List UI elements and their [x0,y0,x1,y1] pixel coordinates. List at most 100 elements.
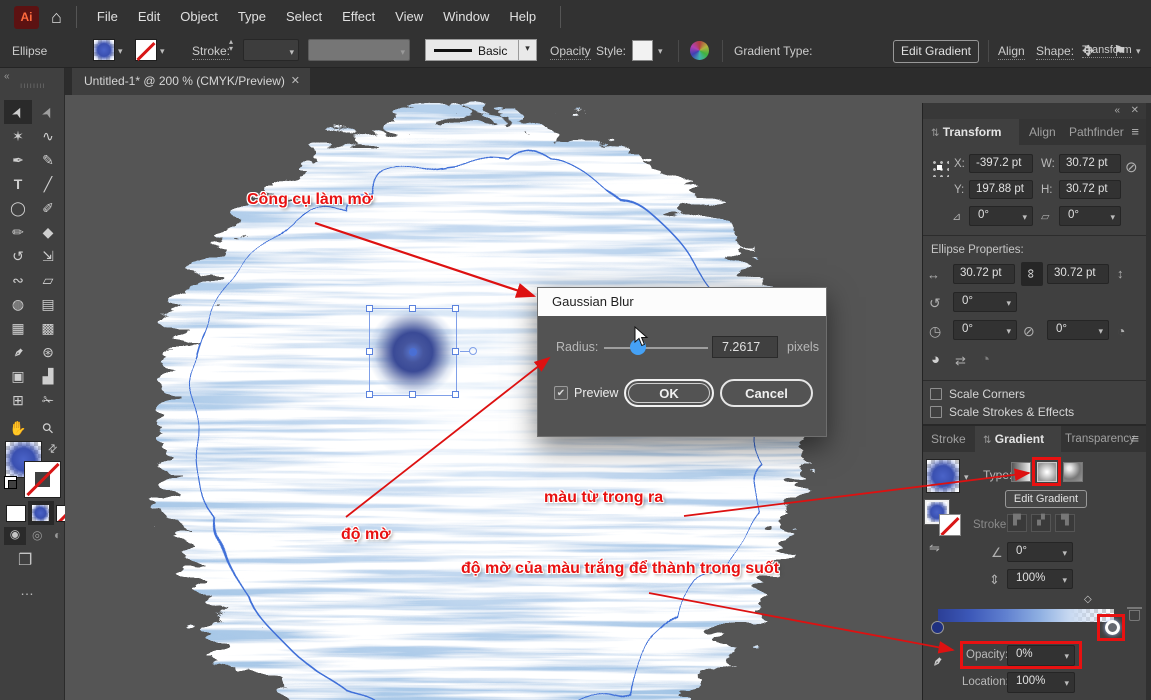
recolor-artwork-icon[interactable] [690,41,709,60]
select-similar-icon[interactable]: ⚑ [1113,42,1126,60]
gradient-stop-start[interactable] [931,621,944,634]
stop-location-select[interactable]: 100%▾ [1007,672,1075,693]
tab-transparency[interactable]: Transparency [1065,426,1135,452]
pencil-tool[interactable]: ✏ [4,220,32,244]
close-tab-icon[interactable]: ✕ [291,68,300,95]
curvature-tool[interactable]: ✎ [34,148,62,172]
edit-gradient-button[interactable]: Edit Gradient [893,40,979,63]
selection-handle[interactable] [452,348,459,355]
ellipse-height-input[interactable]: 30.72 pt [1047,264,1109,284]
live-shape-widget-handle[interactable] [469,347,477,355]
chevron-down-icon[interactable]: ▾ [658,46,663,57]
color-button[interactable] [6,505,26,522]
stroke-across-button[interactable]: ▜ [1055,514,1075,532]
reverse-gradient-icon[interactable]: ⇋ [929,540,940,556]
line-segment-tool[interactable]: ╱ [34,172,62,196]
menu-type[interactable]: Type [228,0,276,34]
variable-width-profile-select[interactable]: ▾ [308,39,410,61]
align-label[interactable]: Align [998,44,1025,60]
document-tab[interactable]: Untitled-1* @ 200 % (CMYK/Preview) ✕ [72,68,310,95]
pie-start-select[interactable]: 0°▾ [953,320,1017,340]
selection-center-point[interactable] [409,348,417,356]
type-tool[interactable]: T [4,172,32,196]
gradient-freeform-button[interactable] [1063,462,1083,482]
ellipse-width-input[interactable]: 30.72 pt [953,264,1015,284]
gradient-preview-swatch[interactable] [926,459,960,493]
stroke-along-button[interactable]: ▞ [1031,514,1051,532]
menu-edit[interactable]: Edit [128,0,170,34]
perspective-grid-tool[interactable]: ▤ [34,292,62,316]
magic-wand-tool[interactable]: ✶ [4,124,32,148]
selection-handle[interactable] [452,305,459,312]
gradient-angle-select[interactable]: 0°▾ [1007,542,1073,562]
gradient-linear-button[interactable] [1011,462,1031,482]
link-dimensions-button[interactable]: ∞ [1021,262,1043,286]
menu-view[interactable]: View [385,0,433,34]
stroke-within-button[interactable]: ▛ [1007,514,1027,532]
chevron-down-icon[interactable]: ▾ [118,46,123,57]
pie-end-select[interactable]: 0°▾ [1047,320,1109,340]
ok-button[interactable]: OK [624,379,714,407]
menu-help[interactable]: Help [499,0,546,34]
selection-handle[interactable] [366,305,373,312]
pen-tool[interactable]: ✒ [4,148,32,172]
link-pie-angles-icon[interactable]: ⊘ [1023,323,1035,340]
shape-label[interactable]: Shape: [1036,44,1074,60]
rotate-tool[interactable]: ↺ [4,244,32,268]
stroke-color-swatch[interactable] [135,39,157,61]
blend-tool[interactable]: ⊛ [34,340,62,364]
width-tool[interactable]: ∾ [4,268,32,292]
zoom-tool[interactable]: ⚲ [34,416,62,440]
stroke-stepper[interactable]: ▴▾ [229,38,233,52]
opacity-label[interactable]: Opacity [550,44,591,60]
lasso-tool[interactable]: ∿ [34,124,62,148]
menu-select[interactable]: Select [276,0,332,34]
default-fill-stroke-icon[interactable] [4,476,17,489]
slice-tool[interactable]: ✁ [34,388,62,412]
invert-pie-icon[interactable]: ⇄ [955,353,966,369]
tab-align[interactable]: Align [1029,119,1056,145]
radius-slider-track[interactable] [604,347,708,349]
aspect-ratio-select[interactable]: 100%▾ [1007,569,1073,589]
collapse-panels-icon[interactable]: « [1114,105,1119,116]
stroke-proxy-mini[interactable] [939,514,961,536]
gradient-eyedropper-icon[interactable]: ✒ [927,652,948,672]
reference-point-selector[interactable] [930,158,949,177]
menu-object[interactable]: Object [170,0,228,34]
symbol-sprayer-tool[interactable]: ▣ [4,364,32,388]
free-transform-tool[interactable]: ▱ [34,268,62,292]
tab-gradient[interactable]: ⇅ Gradient [975,426,1061,452]
direct-selection-tool[interactable]: ➤ [34,100,62,124]
rotate-select[interactable]: 0°▾ [969,206,1033,226]
ellipse-tool[interactable]: ◯ [4,196,32,220]
menu-window[interactable]: Window [433,0,499,34]
y-value-input[interactable]: 197.88 pt [969,180,1033,199]
app-logo-icon[interactable]: Ai [14,6,39,29]
selection-handle[interactable] [452,391,459,398]
shear-select[interactable]: 0°▾ [1059,206,1121,226]
dialog-title[interactable]: Gaussian Blur [538,288,826,316]
more-tools-button[interactable]: … [20,582,35,598]
eyedropper-tool[interactable]: ✒ [4,340,32,364]
constrain-proportions-icon[interactable]: ⊘ [1125,158,1138,176]
preview-checkbox[interactable]: ✔ [554,386,568,400]
draw-normal-mode-button[interactable]: ◉ [4,527,26,545]
edit-gradient-button-panel[interactable]: Edit Gradient [1005,490,1087,508]
selection-handle[interactable] [366,348,373,355]
collapse-panel-icon[interactable]: « [4,71,8,82]
style-swatch[interactable] [632,40,653,61]
stroke-proxy-swatch[interactable] [24,461,61,498]
tab-pathfinder[interactable]: Pathfinder [1069,119,1124,145]
tab-stroke[interactable]: Stroke [931,426,966,452]
scale-corners-checkbox[interactable] [930,388,942,400]
scale-strokes-checkbox[interactable] [930,406,942,418]
stroke-weight-label[interactable]: Stroke: [192,44,230,60]
brush-definition-select[interactable]: Basic [425,39,519,61]
chevron-down-icon[interactable]: ▾ [1136,46,1141,57]
paintbrush-tool[interactable]: ✐ [34,196,62,220]
home-icon[interactable]: ⌂ [51,7,62,28]
h-value-input[interactable]: 30.72 pt [1059,180,1121,199]
pie-icon[interactable]: ◕ [931,351,940,368]
screen-mode-button[interactable]: ❐ [18,550,32,570]
gradient-button[interactable] [28,501,54,525]
